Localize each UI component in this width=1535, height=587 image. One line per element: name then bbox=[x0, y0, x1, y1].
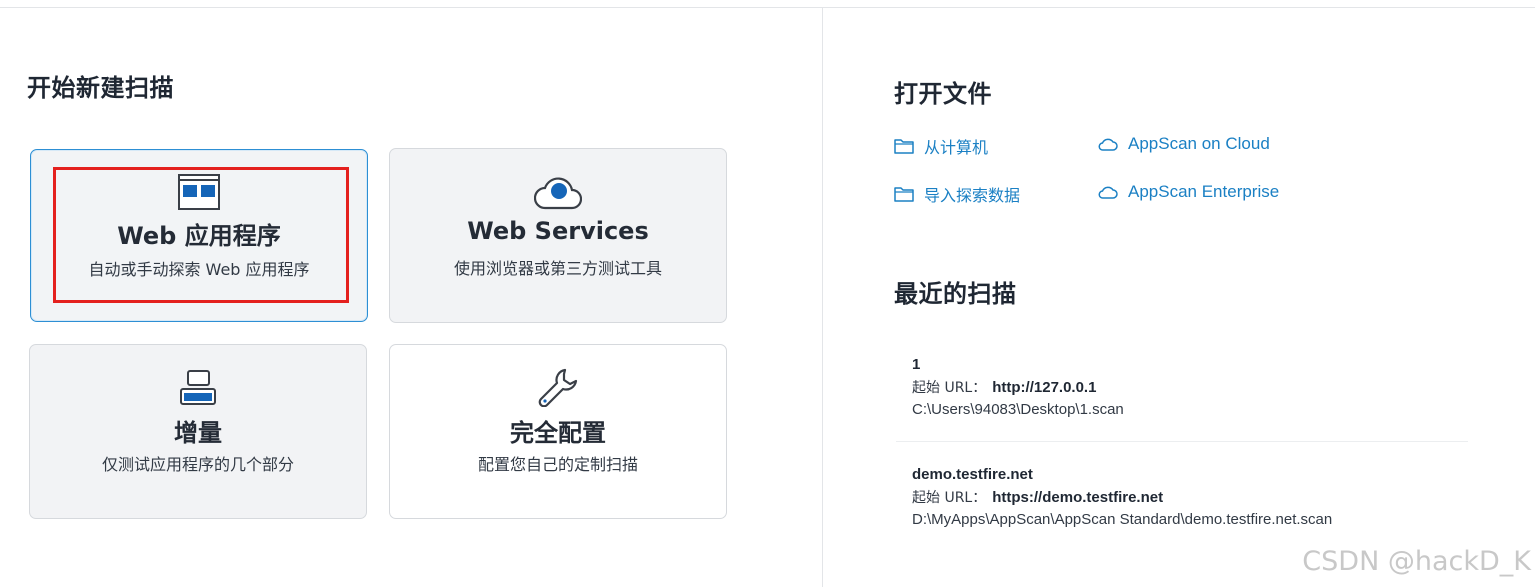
full-config-scan-card[interactable]: 完全配置 配置您自己的定制扫描 bbox=[389, 344, 727, 519]
recent-scan-item[interactable]: demo.testfire.net 起始 URL： https://demo.te… bbox=[896, 460, 1468, 540]
appscan-enterprise-label: AppScan Enterprise bbox=[1128, 182, 1280, 201]
folder-icon bbox=[894, 187, 914, 202]
new-scan-heading: 开始新建扫描 bbox=[27, 74, 174, 102]
web-services-card-subtitle: 使用浏览器或第三方测试工具 bbox=[453, 259, 662, 278]
web-services-scan-card[interactable]: Web Services 使用浏览器或第三方测试工具 bbox=[389, 148, 727, 323]
recent-scan-name: 1 bbox=[912, 356, 921, 373]
recent-scan-path: C:\Users\94083\Desktop\1.scan bbox=[912, 401, 1124, 418]
csdn-watermark: CSDN @hackD_K bbox=[1302, 546, 1531, 577]
recent-scan-item[interactable]: 1 起始 URL： http://127.0.0.1 C:\Users\94083… bbox=[896, 350, 1468, 442]
incremental-card-subtitle: 仅测试应用程序的几个部分 bbox=[101, 455, 294, 474]
panel-divider bbox=[822, 8, 823, 587]
incremental-scan-card[interactable]: 增量 仅测试应用程序的几个部分 bbox=[29, 344, 367, 519]
web-app-card-title: Web 应用程序 bbox=[117, 222, 281, 250]
appscan-on-cloud-link[interactable]: AppScan on Cloud bbox=[1098, 134, 1270, 154]
full-config-card-title: 完全配置 bbox=[510, 419, 606, 447]
full-config-card-subtitle: 配置您自己的定制扫描 bbox=[477, 455, 638, 474]
appscan-on-cloud-label: AppScan on Cloud bbox=[1128, 134, 1270, 153]
start-url-value: https://demo.testfire.net bbox=[992, 489, 1164, 506]
appscan-enterprise-link[interactable]: AppScan Enterprise bbox=[1098, 182, 1279, 202]
recent-scan-start-url: 起始 URL： https://demo.testfire.net bbox=[912, 487, 1163, 507]
start-url-label: 起始 URL： bbox=[912, 490, 987, 506]
cloud-icon bbox=[1098, 138, 1118, 151]
web-app-window-icon bbox=[178, 174, 220, 210]
web-app-scan-card[interactable]: Web 应用程序 自动或手动探索 Web 应用程序 bbox=[30, 149, 368, 322]
import-explore-data-label: 导入探索数据 bbox=[924, 186, 1021, 205]
open-file-heading: 打开文件 bbox=[894, 80, 992, 108]
wrench-icon bbox=[538, 368, 578, 407]
recent-scans-heading: 最近的扫描 bbox=[894, 280, 1017, 308]
open-from-computer-link[interactable]: 从计算机 bbox=[894, 134, 988, 158]
recent-scan-path: D:\MyApps\AppScan\AppScan Standard\demo.… bbox=[912, 511, 1333, 528]
recent-scan-name: demo.testfire.net bbox=[912, 466, 1033, 483]
folder-icon bbox=[894, 139, 914, 154]
incremental-card-title: 增量 bbox=[174, 419, 222, 447]
cloud-icon bbox=[1098, 186, 1118, 199]
web-services-cloud-icon bbox=[534, 177, 582, 210]
start-url-label: 起始 URL： bbox=[912, 380, 987, 396]
import-explore-data-link[interactable]: 导入探索数据 bbox=[894, 182, 1020, 206]
start-url-value: http://127.0.0.1 bbox=[992, 379, 1097, 396]
web-app-card-subtitle: 自动或手动探索 Web 应用程序 bbox=[88, 260, 310, 279]
open-from-computer-label: 从计算机 bbox=[924, 138, 989, 157]
top-rule bbox=[0, 7, 1535, 8]
recent-scan-start-url: 起始 URL： http://127.0.0.1 bbox=[912, 377, 1096, 397]
web-services-card-title: Web Services bbox=[467, 217, 649, 245]
incremental-icon bbox=[180, 370, 216, 405]
